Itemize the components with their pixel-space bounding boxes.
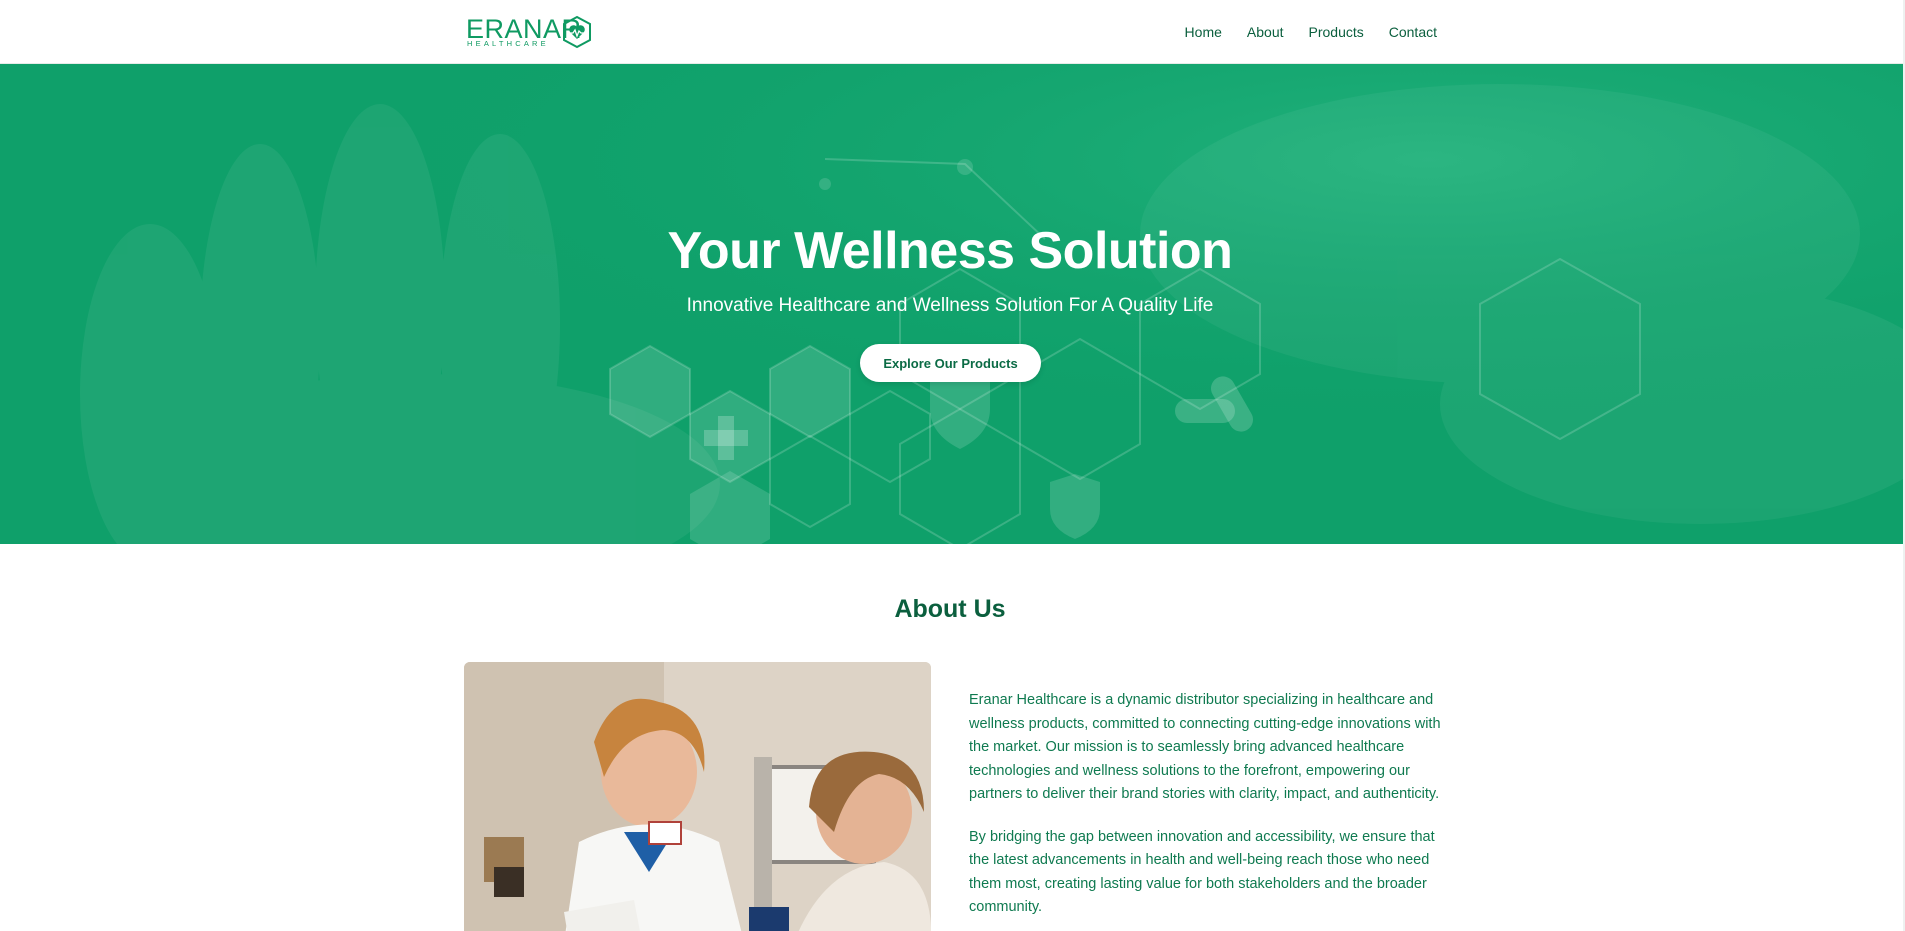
nav-contact[interactable]: Contact xyxy=(1389,22,1437,42)
hero-subtitle: Innovative Healthcare and Wellness Solut… xyxy=(686,295,1214,316)
explore-products-button[interactable]: Explore Our Products xyxy=(860,344,1041,382)
hero-title: Your Wellness Solution xyxy=(667,222,1233,280)
brand-logo[interactable]: ERANAR HEALTHCARE xyxy=(466,14,594,50)
nav-about[interactable]: About xyxy=(1247,22,1284,42)
heart-shield-icon xyxy=(563,15,591,49)
nav-home[interactable]: Home xyxy=(1185,22,1222,42)
about-image xyxy=(464,662,931,931)
nav-products[interactable]: Products xyxy=(1309,22,1364,42)
site-header: ERANAR HEALTHCARE Home About Products Co… xyxy=(0,0,1905,64)
main-nav: Home About Products Contact xyxy=(1185,22,1437,42)
about-paragraph-2: By bridging the gap between innovation a… xyxy=(969,828,1435,916)
about-paragraph-1: Eranar Healthcare is a dynamic distribut… xyxy=(969,692,1441,802)
hero-section: Your Wellness Solution Innovative Health… xyxy=(0,64,1905,544)
about-text: Eranar Healthcare is a dynamic distribut… xyxy=(969,689,1441,931)
about-title: About Us xyxy=(894,595,1006,623)
brand-subtitle: HEALTHCARE xyxy=(467,39,549,48)
doctor-patient-photo xyxy=(464,662,931,931)
